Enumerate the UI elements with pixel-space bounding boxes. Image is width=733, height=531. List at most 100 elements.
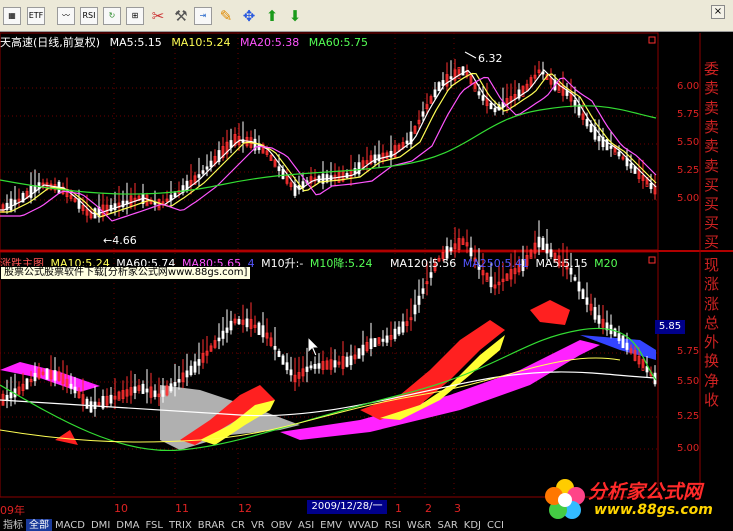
x-axis-label: 1 [395,502,402,515]
indicator-tab[interactable]: KDJ [461,519,484,531]
candle-body [285,362,289,371]
candle-body [161,390,165,397]
candle-body [173,192,177,198]
candle-body [489,102,493,110]
candle-body [417,295,421,305]
candle-body [25,378,29,390]
candle-body [245,318,249,328]
order-book-label: 卖 [704,157,720,175]
candle-body [45,368,49,380]
candle-body [53,370,57,381]
candle-body [197,359,201,366]
price-tick: 5.50 [677,137,700,148]
candle-body [277,166,281,171]
candle-body [617,151,621,157]
price-tick: 5.00 [677,443,700,454]
mouse-cursor-icon [307,336,321,357]
indicator-tab[interactable]: W&R [404,519,435,531]
candle-body [489,276,493,288]
candle-body [141,383,145,394]
candle-body [477,91,481,96]
candle-body [209,160,213,168]
indicator-tab[interactable]: CCI [484,519,507,531]
indicator-tab[interactable]: 全部 [26,519,52,531]
x-axis-label: 09年 [0,504,25,517]
current-price-badge: 5.85 [655,320,685,334]
high-pointer [464,51,477,59]
candle-body [261,325,265,338]
ma250-label: MA250:5.41 [462,257,529,270]
x-axis-label: 3 [454,502,461,515]
candle-body [217,337,221,342]
candle-body [173,382,177,387]
candle-body [649,182,653,190]
candle-body [257,322,261,336]
candle-body [281,355,285,365]
indicator-tab[interactable]: FSL [142,519,166,531]
indicator-tab[interactable]: WVAD [345,519,382,531]
indicator-tab[interactable]: SAR [434,519,460,531]
candle-body [333,360,337,368]
low-price-label: ←4.66 [103,234,137,247]
candle-body [225,327,229,333]
price-tick: 5.25 [677,165,700,176]
candle-body [585,297,589,305]
candle-body [89,401,93,413]
ma20-label: MA20:5.38 [240,36,300,49]
candle-body [5,394,9,401]
order-book-label: 买 [704,176,720,194]
indicator-tab[interactable]: BRAR [195,519,228,531]
quote-info-label: 换 [704,352,720,370]
price-tick: 5.00 [677,193,700,204]
indicator-tab[interactable]: EMV [317,519,345,531]
candle-body [393,328,397,340]
candle-body [309,365,313,369]
candle-body [421,288,425,294]
ma20-line [0,76,657,222]
indicator-tab[interactable]: MACD [52,519,88,531]
indicator-tab[interactable]: ASI [295,519,317,531]
m10-up-label: M10升:- [261,257,304,270]
indicator-tab[interactable]: RSI [382,519,404,531]
indicator-tab[interactable]: CR [228,519,248,531]
candle-body [405,140,409,144]
candle-body [437,82,441,92]
bottom-panel-frame [0,251,659,498]
order-book-label: 卖 [704,99,720,117]
order-book-label: 买 [704,195,720,213]
indicator-tab[interactable]: OBV [268,519,295,531]
candle-body [597,136,601,142]
order-book-label: 委 [704,60,720,78]
order-book-label: 卖 [704,118,720,136]
candle-body [193,361,197,373]
candle-body [281,168,285,180]
candle-body [369,338,373,350]
indicator-tab[interactable]: DMI [88,519,113,531]
maximize-box [648,36,656,44]
ma120-label: MA120:5.56 [390,257,457,270]
candle-body [289,369,293,376]
red-band [530,300,570,325]
price-tick: 5.75 [677,346,700,357]
candle-body [145,388,149,393]
candle-body [585,119,589,127]
indicator-tab[interactable]: 指标 [0,519,26,531]
m20-label: M20 [594,257,618,270]
candle-body [373,338,377,348]
indicator-tab[interactable]: VR [248,519,268,531]
indicator-tab[interactable]: TRIX [166,519,195,531]
quote-info-label: 外 [704,333,720,351]
candle-body [397,326,401,335]
order-book-label: 卖 [704,79,720,97]
order-book-label: 买 [704,214,720,232]
quote-info-label: 涨 [704,275,720,293]
candle-body [189,365,193,376]
indicator-tab[interactable]: DMA [113,519,142,531]
quote-info-label: 总 [704,314,720,332]
m10-down-label: M10降:5.24 [309,257,373,270]
candle-body [373,154,377,163]
candle-body [433,89,437,98]
candle-body [9,392,13,399]
ma60-label: MA60:5.75 [308,36,368,49]
candle-body [413,304,417,315]
